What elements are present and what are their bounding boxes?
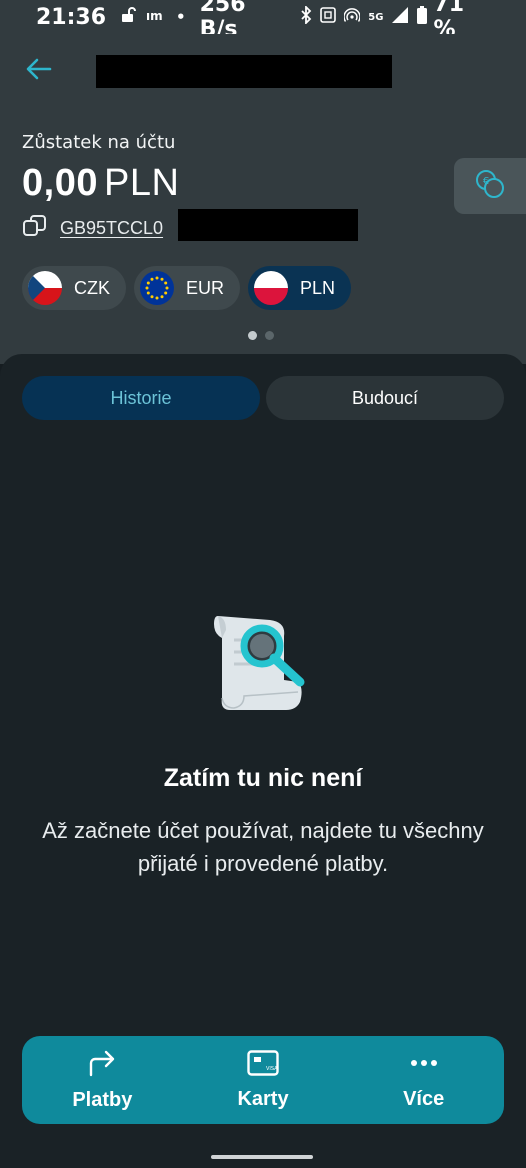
nav-label: Karty xyxy=(237,1087,289,1110)
svg-text:VISA: VISA xyxy=(266,1066,278,1072)
nfc-icon xyxy=(320,7,337,27)
nav-platby[interactable]: Platby xyxy=(22,1036,183,1124)
bottom-navigation: Platby VISA Karty Více xyxy=(22,1036,504,1124)
arrow-left-icon xyxy=(26,58,52,84)
empty-state-title: Zatím tu nic není xyxy=(163,764,363,792)
nav-label: Platby xyxy=(72,1088,133,1111)
nav-karty[interactable]: VISA Karty xyxy=(183,1036,344,1124)
eu-flag-icon xyxy=(140,271,174,305)
empty-state-description: Až začnete účet používat, najdete tu vše… xyxy=(42,818,484,876)
nav-vice[interactable]: Více xyxy=(343,1036,504,1124)
cz-flag-icon xyxy=(28,271,62,305)
status-bar: 21:36 ım • 256 B/s 5G 71 % xyxy=(0,0,526,42)
page-dot xyxy=(265,331,274,340)
signal-icon xyxy=(391,6,409,28)
pl-flag-icon xyxy=(254,271,289,305)
currency-chip-pln[interactable]: PLN xyxy=(248,266,352,310)
currency-chips: CZK EUR PLN xyxy=(22,266,352,310)
currency-exchange-icon: € xyxy=(473,167,507,205)
card-icon: VISA xyxy=(247,1049,279,1080)
network-type: 5G xyxy=(368,11,384,23)
nav-label: Více xyxy=(403,1087,445,1110)
currency-code: PLN xyxy=(300,277,336,298)
back-button[interactable] xyxy=(22,54,56,88)
currency-code: EUR xyxy=(186,277,225,298)
svg-text:ım: ım xyxy=(146,9,163,22)
dot-separator-icon: • xyxy=(176,8,186,26)
lock-open-icon xyxy=(120,7,138,27)
balance-label: Zůstatek na účtu xyxy=(22,132,176,153)
more-dots-icon xyxy=(409,1050,439,1080)
battery-icon xyxy=(417,6,428,28)
home-indicator[interactable] xyxy=(211,1155,313,1159)
history-tabs: Historie Budoucí xyxy=(22,376,504,420)
iban-row[interactable]: GB95TCCL0 xyxy=(22,212,163,244)
tab-historie[interactable]: Historie xyxy=(22,376,260,420)
hotspot-icon xyxy=(343,7,362,27)
forward-arrow-icon xyxy=(87,1049,117,1081)
currency-chip-eur[interactable]: EUR xyxy=(134,266,241,310)
iban-text[interactable]: GB95TCCL0 xyxy=(60,218,163,239)
page-dot xyxy=(248,331,257,340)
copy-icon[interactable] xyxy=(22,213,48,243)
redacted-iban xyxy=(178,209,358,241)
currency-code: CZK xyxy=(74,277,110,298)
balance-value: 0,00 xyxy=(22,162,98,204)
carrier-icon: ım xyxy=(146,8,168,26)
status-time: 21:36 xyxy=(36,4,107,30)
currency-chip-czk[interactable]: CZK xyxy=(22,266,126,310)
redacted-account-name xyxy=(96,55,392,88)
tab-budouci[interactable]: Budoucí xyxy=(266,376,504,420)
currency-exchange-button[interactable]: € xyxy=(454,158,526,214)
balance-amount: 0,00 PLN xyxy=(22,162,179,205)
page-indicator xyxy=(248,331,274,340)
account-header: Zůstatek na účtu 0,00 PLN € GB95TCCL0 CZ… xyxy=(0,34,526,364)
bluetooth-icon xyxy=(300,4,312,28)
balance-currency: PLN xyxy=(103,162,180,204)
svg-text:€: € xyxy=(483,176,489,187)
empty-state-illustration xyxy=(200,610,330,720)
